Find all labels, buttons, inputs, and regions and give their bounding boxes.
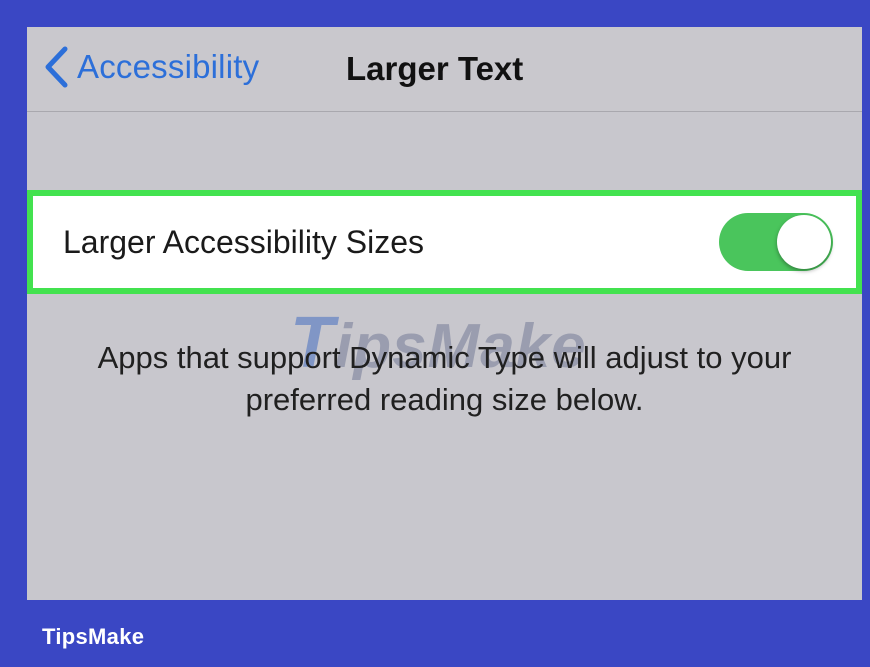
image-frame: Accessibility Larger Text Larger Accessi… [0, 0, 870, 667]
toggle-knob [777, 215, 831, 269]
brand-label: TipsMake [42, 624, 145, 649]
back-button[interactable]: Accessibility [43, 39, 259, 95]
chevron-left-icon [45, 46, 68, 88]
page-title: Larger Text [346, 50, 524, 87]
larger-accessibility-sizes-toggle[interactable] [719, 213, 833, 271]
back-label: Accessibility [77, 48, 260, 85]
larger-accessibility-sizes-row: Larger Accessibility Sizes [27, 190, 862, 294]
description-text: Apps that support Dynamic Type will adju… [97, 340, 792, 417]
settings-screen: Accessibility Larger Text Larger Accessi… [27, 27, 862, 600]
setting-label: Larger Accessibility Sizes [63, 224, 425, 260]
navigation-bar: Accessibility Larger Text [27, 27, 862, 112]
